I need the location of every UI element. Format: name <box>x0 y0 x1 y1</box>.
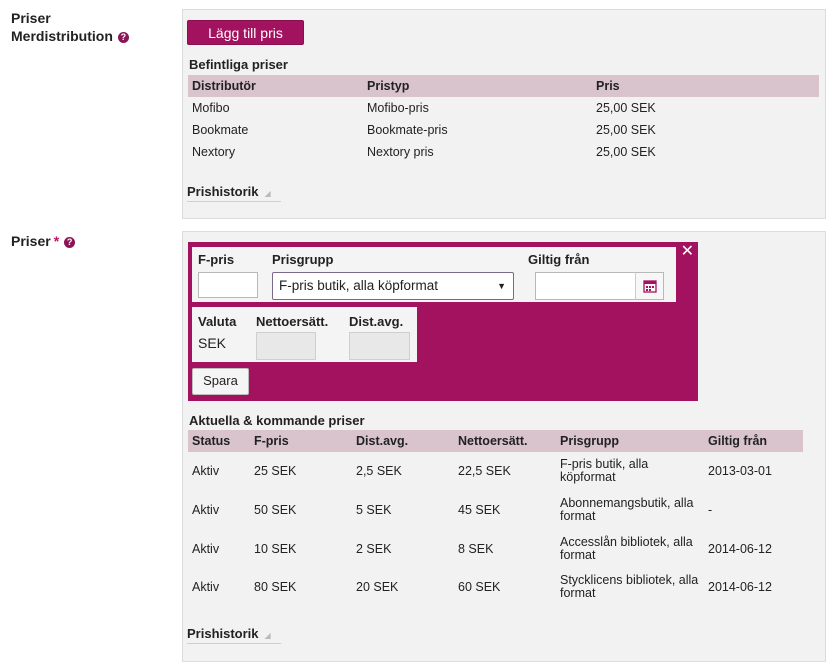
netto-cell: 22,5 SEK <box>458 464 511 478</box>
dist-field <box>349 332 410 360</box>
price-history-toggle[interactable]: Prishistorik ◢ <box>187 626 281 644</box>
help-circle-icon[interactable]: ? <box>64 236 76 248</box>
merdistribution-label: Priser Merdistribution? <box>11 9 129 45</box>
merdistribution-label-line2: Merdistribution? <box>11 27 129 45</box>
prisgrupp-selected-value: F-pris butik, alla köpformat <box>279 278 439 293</box>
save-button[interactable]: Spara <box>192 368 249 395</box>
prisgrupp-cell: Stycklicens bibliotek, alla format <box>560 573 699 600</box>
existing-prices-title: Befintliga priser <box>189 57 288 72</box>
merdistribution-label-line1: Priser <box>11 10 51 26</box>
pristyp-cell: Mofibo-pris <box>367 101 429 115</box>
distributor-cell: Mofibo <box>192 101 230 115</box>
prisgrupp-cell: Abonnemangsbutik, alla format <box>560 495 694 523</box>
distributor-cell: Nextory <box>192 145 236 159</box>
column-header-netto: Nettoersätt. <box>454 430 556 452</box>
table-header-row: Distributör Pristyp Pris <box>188 75 819 97</box>
giltig-input[interactable] <box>535 272 636 300</box>
editor-top-box: F-pris Prisgrupp F-pris butik, alla köpf… <box>192 247 676 302</box>
valuta-value: SEK <box>198 335 227 351</box>
netto-cell: 45 SEK <box>458 502 501 517</box>
close-icon[interactable]: ✕ <box>681 243 694 261</box>
prisgrupp-cell: Accesslån bibliotek, alla format <box>560 534 693 562</box>
netto-label: Nettoersätt. <box>256 314 329 329</box>
fpris-label: F-pris <box>198 252 235 267</box>
column-header-distavg: Dist.avg. <box>352 430 454 452</box>
netto-field <box>256 332 316 360</box>
table-row: Bookmate Bookmate-pris 25,00 SEK <box>188 119 819 141</box>
merdistribution-label-text: Merdistribution <box>11 28 113 44</box>
giltig-cell: 2014-06-12 <box>708 541 772 556</box>
fpris-cell: 10 SEK <box>254 541 297 556</box>
price-editor: ✕ F-pris Prisgrupp F-pris butik, alla kö… <box>188 242 698 401</box>
editor-bottom-box: Valuta SEK Nettoersätt. Dist.avg. <box>192 307 417 362</box>
help-circle-icon[interactable]: ? <box>117 31 129 43</box>
fpris-cell: 50 SEK <box>254 502 297 517</box>
column-header-pristyp: Pristyp <box>363 75 592 97</box>
required-marker: * <box>53 233 60 249</box>
priser-label-text: Priser <box>11 233 51 249</box>
distavg-cell: 2 SEK <box>356 541 392 556</box>
current-prices-table: Status F-pris Dist.avg. Nettoersätt. Pri… <box>188 430 803 606</box>
table-header-row: Status F-pris Dist.avg. Nettoersätt. Pri… <box>188 430 803 452</box>
table-row: Aktiv 50 SEK 5 SEK 45 SEK Abonnemangsbut… <box>188 490 803 529</box>
prisgrupp-cell: F-pris butik, alla köpformat <box>560 457 649 484</box>
triangle-icon: ◢ <box>264 189 271 198</box>
fpris-cell: 25 SEK <box>254 464 297 478</box>
pristyp-cell: Nextory pris <box>367 145 434 159</box>
prisgrupp-select[interactable]: F-pris butik, alla köpformat ▼ <box>272 272 514 300</box>
calendar-icon[interactable] <box>635 272 664 300</box>
column-header-distributor: Distributör <box>188 75 363 97</box>
table-row: Aktiv 80 SEK 20 SEK 60 SEK Stycklicens b… <box>188 568 803 606</box>
table-row: Aktiv 10 SEK 2 SEK 8 SEK Accesslån bibli… <box>188 529 803 568</box>
distavg-cell: 2,5 SEK <box>356 464 402 478</box>
triangle-icon: ◢ <box>264 631 271 640</box>
netto-cell: 8 SEK <box>458 541 494 556</box>
table-row: Mofibo Mofibo-pris 25,00 SEK <box>188 97 819 119</box>
column-header-fpris: F-pris <box>250 430 352 452</box>
column-header-pris: Pris <box>592 75 819 97</box>
netto-cell: 60 SEK <box>458 580 501 594</box>
table-row: Aktiv 25 SEK 2,5 SEK 22,5 SEK F-pris but… <box>188 452 803 490</box>
column-header-giltig: Giltig från <box>704 430 803 452</box>
pris-cell: 25,00 SEK <box>596 145 656 159</box>
giltig-label: Giltig från <box>528 252 590 267</box>
add-price-button[interactable]: Lägg till pris <box>187 20 304 45</box>
pris-cell: 25,00 SEK <box>596 123 656 137</box>
column-header-prisgrupp: Prisgrupp <box>556 430 704 452</box>
pristyp-cell: Bookmate-pris <box>367 123 448 137</box>
prisgrupp-label: Prisgrupp <box>272 252 334 267</box>
status-cell: Aktiv <box>192 464 220 478</box>
fpris-input[interactable] <box>198 272 258 298</box>
price-history-label: Prishistorik <box>187 184 259 199</box>
giltig-cell: 2014-06-12 <box>708 580 772 594</box>
fpris-cell: 80 SEK <box>254 580 297 594</box>
distavg-cell: 5 SEK <box>356 502 392 517</box>
column-header-status: Status <box>188 430 250 452</box>
giltig-cell: 2013-03-01 <box>708 464 772 478</box>
dist-label: Dist.avg. <box>349 314 404 329</box>
price-history-label: Prishistorik <box>187 626 259 641</box>
priser-label: Priser *? <box>11 232 76 250</box>
current-prices-title: Aktuella & kommande priser <box>189 413 365 428</box>
distavg-cell: 20 SEK <box>356 580 399 594</box>
giltig-cell: - <box>708 502 713 517</box>
valuta-label: Valuta <box>198 314 237 329</box>
distributor-cell: Bookmate <box>192 123 249 137</box>
pris-cell: 25,00 SEK <box>596 101 656 115</box>
price-history-toggle[interactable]: Prishistorik ◢ <box>187 184 281 202</box>
chevron-down-icon: ▼ <box>497 281 506 291</box>
existing-prices-table: Distributör Pristyp Pris Mofibo Mofibo-p… <box>188 75 819 163</box>
status-cell: Aktiv <box>192 502 220 517</box>
status-cell: Aktiv <box>192 541 220 556</box>
status-cell: Aktiv <box>192 580 220 594</box>
table-row: Nextory Nextory pris 25,00 SEK <box>188 141 819 163</box>
